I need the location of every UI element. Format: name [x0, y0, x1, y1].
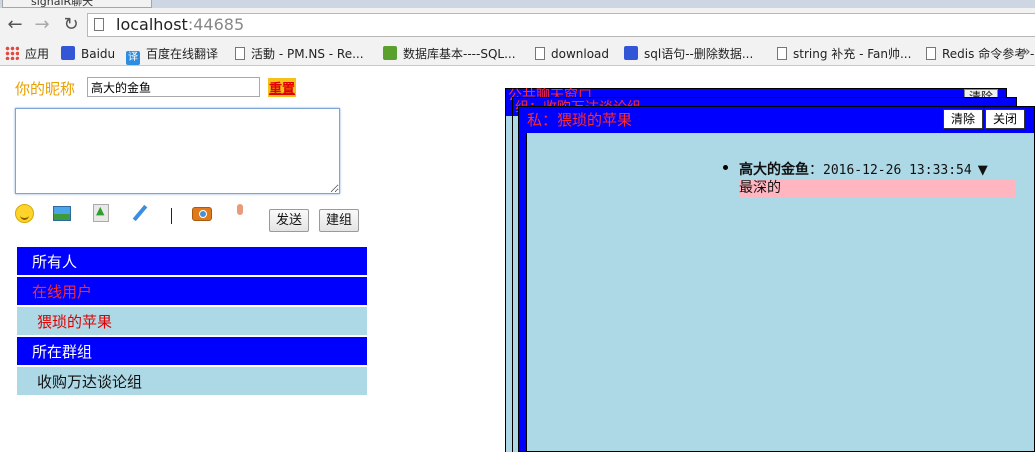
- bookmark-sql[interactable]: 数据库基本----SQL...: [383, 44, 516, 64]
- bookmarks-bar: 应用 Baidu 译百度在线翻译 活動 - PM.NS - Re... 数据库基…: [0, 42, 1035, 66]
- url-port: :44685: [187, 15, 245, 34]
- bookmark-apps[interactable]: 应用: [5, 44, 49, 64]
- bookmark-redis[interactable]: Redis 命令参考 -: [926, 44, 1034, 64]
- bookmark-label: 活動 - PM.NS - Re...: [251, 47, 364, 61]
- message-timestamp: 2016-12-26 13:33:54: [823, 163, 972, 178]
- page-icon: [926, 47, 936, 60]
- bookmark-label: 百度在线翻译: [146, 47, 219, 61]
- baidu-paw-icon: [624, 46, 638, 60]
- bookmark-download[interactable]: download: [535, 44, 609, 64]
- group-item[interactable]: 收购万达谈论组: [17, 367, 367, 397]
- bookmark-translate[interactable]: 译百度在线翻译: [126, 44, 219, 65]
- nickname-label: 你的昵称: [15, 80, 76, 98]
- message-item: 高大的金鱼：2016-12-26 13:33:54 ▼ 最深的: [723, 159, 1015, 197]
- baidu-paw-icon: [61, 46, 75, 60]
- address-bar[interactable]: localhost:44685: [87, 13, 1035, 37]
- private-chat-messages: 高大的金鱼：2016-12-26 13:33:54 ▼ 最深的: [526, 133, 1034, 451]
- page-icon: [235, 47, 245, 60]
- online-users-header: 在线用户: [17, 277, 367, 307]
- message-input[interactable]: [15, 108, 340, 194]
- tab-title: signalR聊天: [31, 0, 94, 8]
- pen-icon[interactable]: [130, 204, 148, 222]
- close-button[interactable]: 关闭: [985, 109, 1025, 129]
- nickname-input[interactable]: [87, 77, 260, 97]
- clear-button[interactable]: 清除: [943, 109, 983, 129]
- bookmark-label: download: [551, 47, 610, 61]
- image-icon[interactable]: [53, 206, 71, 221]
- reset-button[interactable]: 重置: [268, 78, 297, 97]
- browser-tab[interactable]: signalR聊天: [2, 0, 152, 8]
- bullet-icon: [723, 165, 728, 170]
- bookmark-baidu[interactable]: Baidu: [61, 44, 115, 64]
- bookmark-label: 数据库基本----SQL...: [403, 47, 516, 61]
- online-user-item[interactable]: 猥琐的苹果: [17, 307, 367, 337]
- browser-toolbar: ← → ↻ localhost:44685: [0, 8, 1035, 42]
- message-sender: 高大的金鱼: [739, 162, 809, 178]
- microphone-icon[interactable]: [234, 204, 246, 222]
- page-icon: [94, 18, 104, 31]
- translate-icon: 译: [126, 51, 140, 65]
- forward-icon[interactable]: →: [31, 14, 53, 36]
- contact-list: 所有人 在线用户 猥琐的苹果 所在群组 收购万达谈论组: [17, 247, 367, 397]
- create-group-button[interactable]: 建组: [319, 209, 360, 232]
- window-edge: [512, 116, 513, 452]
- message-text: 最深的: [739, 179, 1015, 197]
- message-separator: ：: [809, 162, 823, 178]
- bookmark-pm[interactable]: 活動 - PM.NS - Re...: [235, 44, 364, 64]
- bookmarks-overflow-icon[interactable]: »: [1022, 44, 1031, 60]
- url-host: localhost: [116, 15, 188, 34]
- bookmark-label: Baidu: [81, 47, 116, 61]
- bookmark-label: string 补充 - Fan帅...: [793, 47, 912, 61]
- window-edge: [505, 116, 506, 452]
- tab-strip: signalR聊天: [0, 0, 1035, 8]
- send-button[interactable]: 发送: [269, 209, 310, 232]
- expand-arrow-icon[interactable]: ▼: [978, 163, 988, 178]
- page-icon: [777, 47, 787, 60]
- bookmark-label: sql语句--删除数据...: [644, 47, 754, 61]
- apps-icon: [5, 46, 19, 60]
- private-chat-title: 私：猥琐的苹果: [527, 111, 633, 129]
- url-text: localhost:44685: [116, 14, 244, 36]
- page-icon: [535, 47, 545, 60]
- bookmark-string[interactable]: string 补充 - Fan帅...: [777, 44, 911, 64]
- groups-header: 所在群组: [17, 337, 367, 367]
- toolbar-divider: [171, 208, 172, 224]
- upload-icon[interactable]: [93, 204, 109, 222]
- bookmark-label: Redis 命令参考 -: [942, 47, 1035, 61]
- bookmark-sql-delete[interactable]: sql语句--删除数据...: [624, 44, 753, 64]
- emoji-icon[interactable]: [15, 204, 34, 223]
- bookmark-label: 应用: [25, 47, 50, 61]
- private-chat-window: 私：猥琐的苹果 清除 关闭 高大的金鱼：2016-12-26 13:33:54 ▼…: [518, 106, 1035, 452]
- reload-icon[interactable]: ↻: [60, 14, 82, 36]
- green-site-icon: [383, 46, 397, 60]
- camera-icon[interactable]: [192, 207, 212, 221]
- everyone-header[interactable]: 所有人: [17, 247, 367, 277]
- message-header: 高大的金鱼：2016-12-26 13:33:54 ▼: [739, 159, 1015, 179]
- back-icon[interactable]: ←: [4, 14, 26, 36]
